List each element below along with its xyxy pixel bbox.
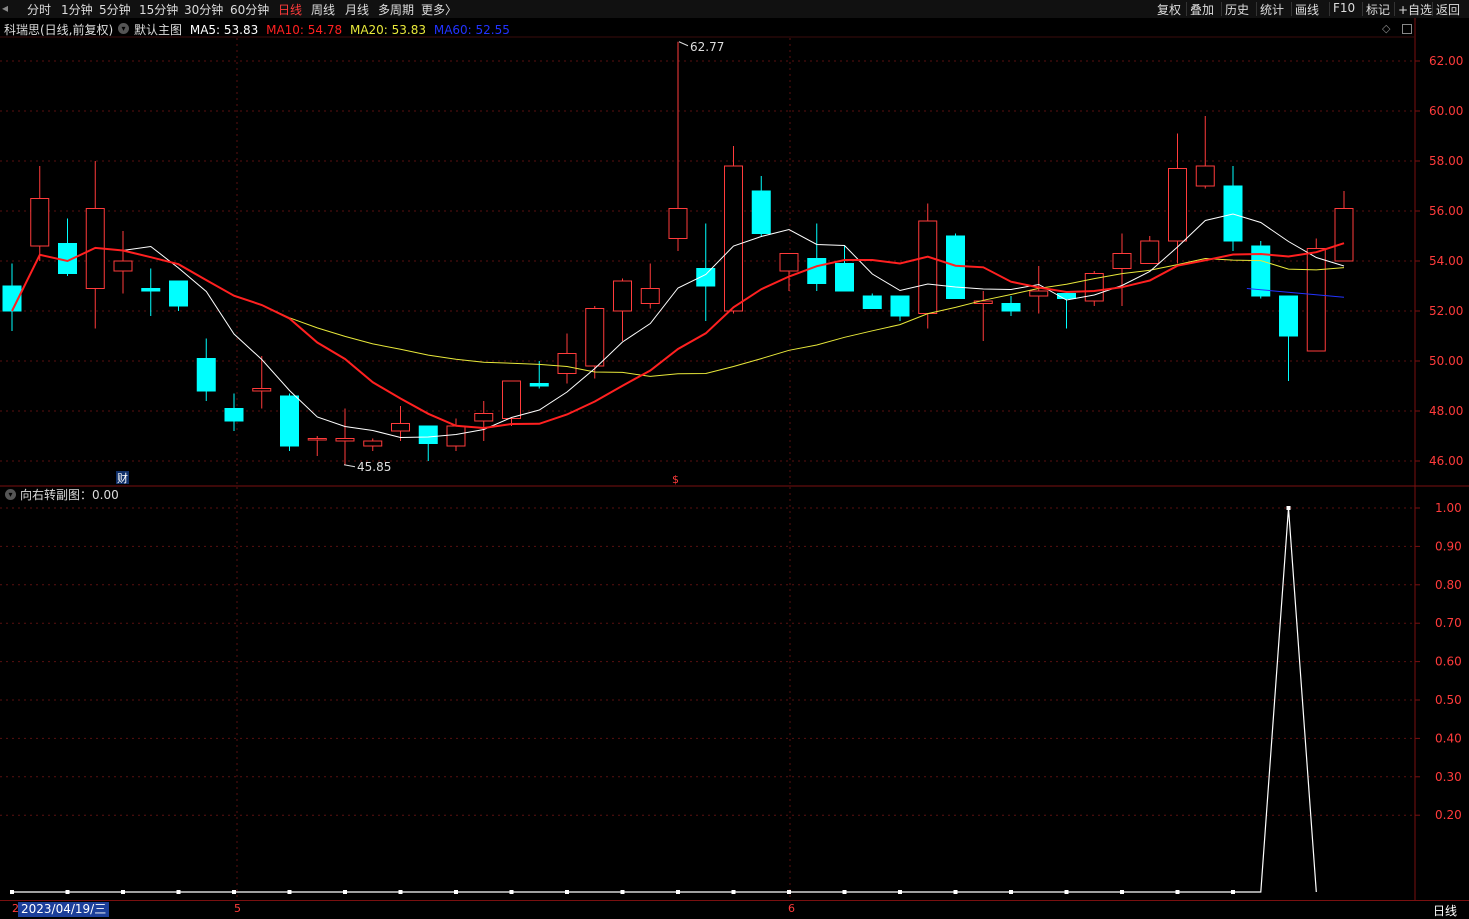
candle-body-up xyxy=(585,308,605,367)
y-tick-label: 60.00 xyxy=(1429,104,1463,118)
candle-body-up xyxy=(1334,208,1354,262)
candle-body-down xyxy=(1279,295,1298,337)
candle-body-up xyxy=(474,413,494,422)
signal-point xyxy=(343,890,347,894)
signal-point xyxy=(898,890,902,894)
sub-y-tick-label: 0.50 xyxy=(1435,693,1462,707)
signal-point xyxy=(1064,890,1069,894)
y-tick-label: 58.00 xyxy=(1429,154,1463,168)
signal-point xyxy=(398,890,403,894)
sub-y-tick-label: 0.90 xyxy=(1435,539,1462,553)
candle-body-up xyxy=(779,253,799,272)
candle-body-up xyxy=(335,438,355,442)
candle-body-up xyxy=(918,220,938,314)
signal-point xyxy=(842,890,847,894)
candle-body-down xyxy=(280,395,299,447)
signal-point xyxy=(10,890,14,894)
candle-body-down xyxy=(169,280,188,307)
y-tick-label: 54.00 xyxy=(1429,254,1463,268)
candle-body-down xyxy=(835,263,854,292)
candle-body-down xyxy=(890,295,910,317)
candle-body-down xyxy=(1001,303,1021,312)
candle-body-up xyxy=(446,425,466,447)
fin-marker-label: 财 xyxy=(117,471,128,485)
signal-point xyxy=(787,890,791,894)
sub-y-tick-label: 0.60 xyxy=(1435,655,1462,669)
sub-y-tick-label: 0.80 xyxy=(1435,578,1462,592)
candle-body-up xyxy=(668,208,688,239)
main-chart[interactable]: 62.00 60.00 58.00 56.00 54.00 52.00 50.00 48.00… xyxy=(0,0,1469,487)
y-tick-label: 62.00 xyxy=(1429,54,1463,68)
sub-chart[interactable]: 1.00 0.90 0.80 0.70 0.60 0.50 0.40 0.30 0.20 xyxy=(0,487,1469,900)
candle-body-up xyxy=(1168,168,1187,242)
signal-point xyxy=(176,890,181,894)
candle-body-down xyxy=(751,190,771,234)
candle-body-up xyxy=(640,288,660,304)
signal-point xyxy=(731,890,736,894)
sub-y-tick-label: 0.40 xyxy=(1435,731,1462,745)
high-marker-arrow xyxy=(678,41,689,47)
signal-point xyxy=(1120,890,1124,894)
signal-point xyxy=(1175,890,1180,894)
candle-body-up xyxy=(613,280,632,312)
signal-line xyxy=(12,507,1317,893)
month-mark-5: 5 xyxy=(234,902,241,915)
candle-body-up xyxy=(1140,240,1160,264)
candle-body-down xyxy=(196,358,216,392)
y-tick-label: 50.00 xyxy=(1429,354,1463,368)
low-marker-label: 45.85 xyxy=(357,460,391,474)
dollar-marker: $ xyxy=(672,473,679,486)
signal-point xyxy=(565,890,569,894)
candle-body-up xyxy=(557,353,577,374)
candle-body-up xyxy=(1112,253,1132,269)
signal-point xyxy=(65,890,70,894)
candle-body-down xyxy=(946,235,965,299)
sub-y-tick-label: 0.70 xyxy=(1435,616,1462,630)
candle-body-up xyxy=(30,198,50,247)
candle-body-down xyxy=(862,295,882,309)
candle-body-up xyxy=(391,423,410,432)
candle-body-up xyxy=(502,380,521,419)
candle-body-up xyxy=(1195,165,1215,187)
candle-body-down xyxy=(224,408,244,422)
signal-point xyxy=(1286,506,1291,510)
signal-point xyxy=(1009,890,1013,894)
high-marker-label: 62.77 xyxy=(690,40,724,54)
sub-y-tick-label: 0.30 xyxy=(1435,770,1462,784)
candle-body-down xyxy=(807,258,827,284)
signal-point xyxy=(287,890,292,894)
month-mark-6: 6 xyxy=(788,902,795,915)
candle-body-up xyxy=(113,260,133,272)
candle-body-up xyxy=(363,440,383,447)
sub-y-tick-label: 1.00 xyxy=(1435,501,1462,515)
period-tag[interactable]: 日线 xyxy=(1433,902,1457,919)
y-tick-label: 48.00 xyxy=(1429,404,1463,418)
signal-point xyxy=(232,890,236,894)
candle-body-down xyxy=(529,383,549,387)
candle-body-down xyxy=(418,425,438,444)
signal-point xyxy=(676,890,680,894)
date-axis: 2 2023/04/19/三 5 6 日线 xyxy=(0,900,1469,918)
low-marker-arrow xyxy=(343,464,356,468)
candle-body-up xyxy=(307,438,327,441)
candle-body-up xyxy=(1029,290,1049,297)
candle-body-down xyxy=(141,288,161,292)
signal-point xyxy=(620,890,625,894)
signal-point xyxy=(1231,890,1235,894)
cursor-date: 2023/04/19/三 xyxy=(18,902,110,917)
y-tick-label: 46.00 xyxy=(1429,454,1463,468)
sub-y-tick-label: 0.20 xyxy=(1435,808,1462,822)
y-tick-label: 52.00 xyxy=(1429,304,1463,318)
signal-point xyxy=(454,890,458,894)
y-tick-label: 56.00 xyxy=(1429,204,1463,218)
signal-point xyxy=(121,890,125,894)
signal-point xyxy=(509,890,514,894)
candle-body-up xyxy=(724,165,743,312)
signal-point xyxy=(953,890,958,894)
candle-body-up xyxy=(252,388,272,392)
candle-body-up xyxy=(1306,248,1326,352)
